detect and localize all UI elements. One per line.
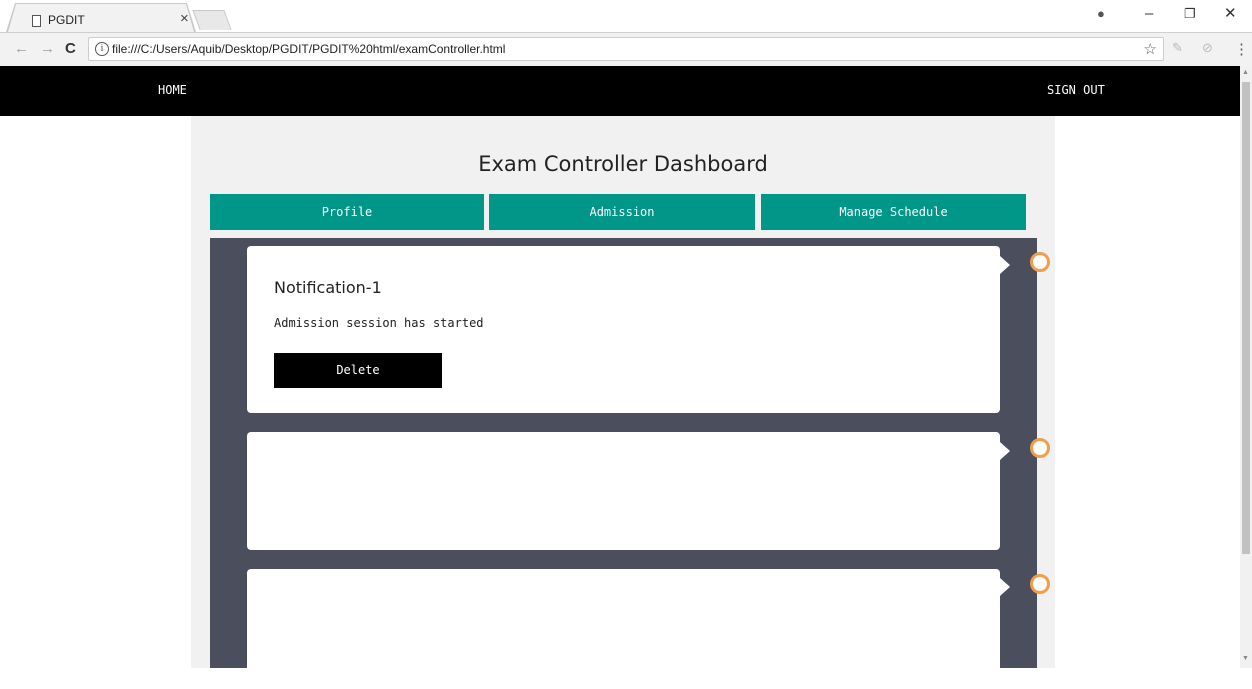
delete-button[interactable]: Delete [274,353,442,388]
timeline-dot [1030,252,1050,272]
notification-text: Admission session has started [274,316,484,330]
page-icon [32,15,41,27]
back-icon[interactable]: ← [14,40,29,57]
reload-icon[interactable]: C [65,40,76,57]
info-icon[interactable]: i [95,42,109,56]
notification-card: Notification-1 Admission session has sta… [247,246,1010,413]
manage-schedule-button[interactable]: Manage Schedule [761,194,1026,230]
new-tab-button[interactable] [192,10,232,30]
notification-card-empty [247,432,1010,550]
close-tab-icon[interactable]: × [180,11,189,27]
profile-button[interactable]: Profile [210,194,484,230]
browser-menu-icon[interactable]: ⋮ [1234,40,1249,58]
card-pointer [1000,578,1010,596]
top-navigation-bar: HOME SIGN OUT [0,66,1240,116]
scroll-down-icon[interactable]: ▼ [1242,655,1249,662]
close-window-icon[interactable]: ✕ [1224,5,1237,23]
url-text[interactable]: file:///C:/Users/Aquib/Desktop/PGDIT/PGD… [112,42,505,56]
sign-out-link[interactable]: SIGN OUT [1047,83,1105,97]
forward-icon[interactable]: → [40,40,55,57]
scroll-up-icon[interactable]: ▲ [1242,69,1249,76]
extension-icon[interactable]: ✎ [1172,40,1183,56]
bookmark-star-icon[interactable]: ☆ [1144,40,1157,58]
account-icon[interactable]: ● [1097,5,1105,23]
notification-timeline: Notification-1 Admission session has sta… [210,238,1050,689]
extension-icon-2[interactable]: ⊘ [1202,40,1213,56]
notification-card-empty [247,569,1010,689]
notification-title: Notification-1 [274,278,382,297]
card-pointer [1000,256,1010,274]
browser-tab[interactable]: PGDIT × [8,4,194,32]
card-pointer [1000,442,1010,460]
address-bar-row: ← → C i file:///C:/Users/Aquib/Desktop/P… [0,32,1252,66]
scrollbar-thumb[interactable] [1242,82,1250,554]
browser-tab-strip: PGDIT × ● – ❐ ✕ [0,0,1252,32]
page-scrollbar[interactable]: ▲ ▼ [1240,66,1252,668]
minimize-icon[interactable]: – [1145,5,1153,23]
home-link[interactable]: HOME [158,83,187,97]
timeline-dot [1030,574,1050,594]
tab-title: PGDIT [48,13,85,27]
admission-button[interactable]: Admission [489,194,755,230]
address-bar[interactable]: i file:///C:/Users/Aquib/Desktop/PGDIT/P… [88,37,1164,61]
timeline-dot [1030,438,1050,458]
page-title: Exam Controller Dashboard [478,152,768,176]
dashboard-container: Exam Controller Dashboard Profile Admiss… [191,116,1055,689]
restore-icon[interactable]: ❐ [1184,5,1196,23]
